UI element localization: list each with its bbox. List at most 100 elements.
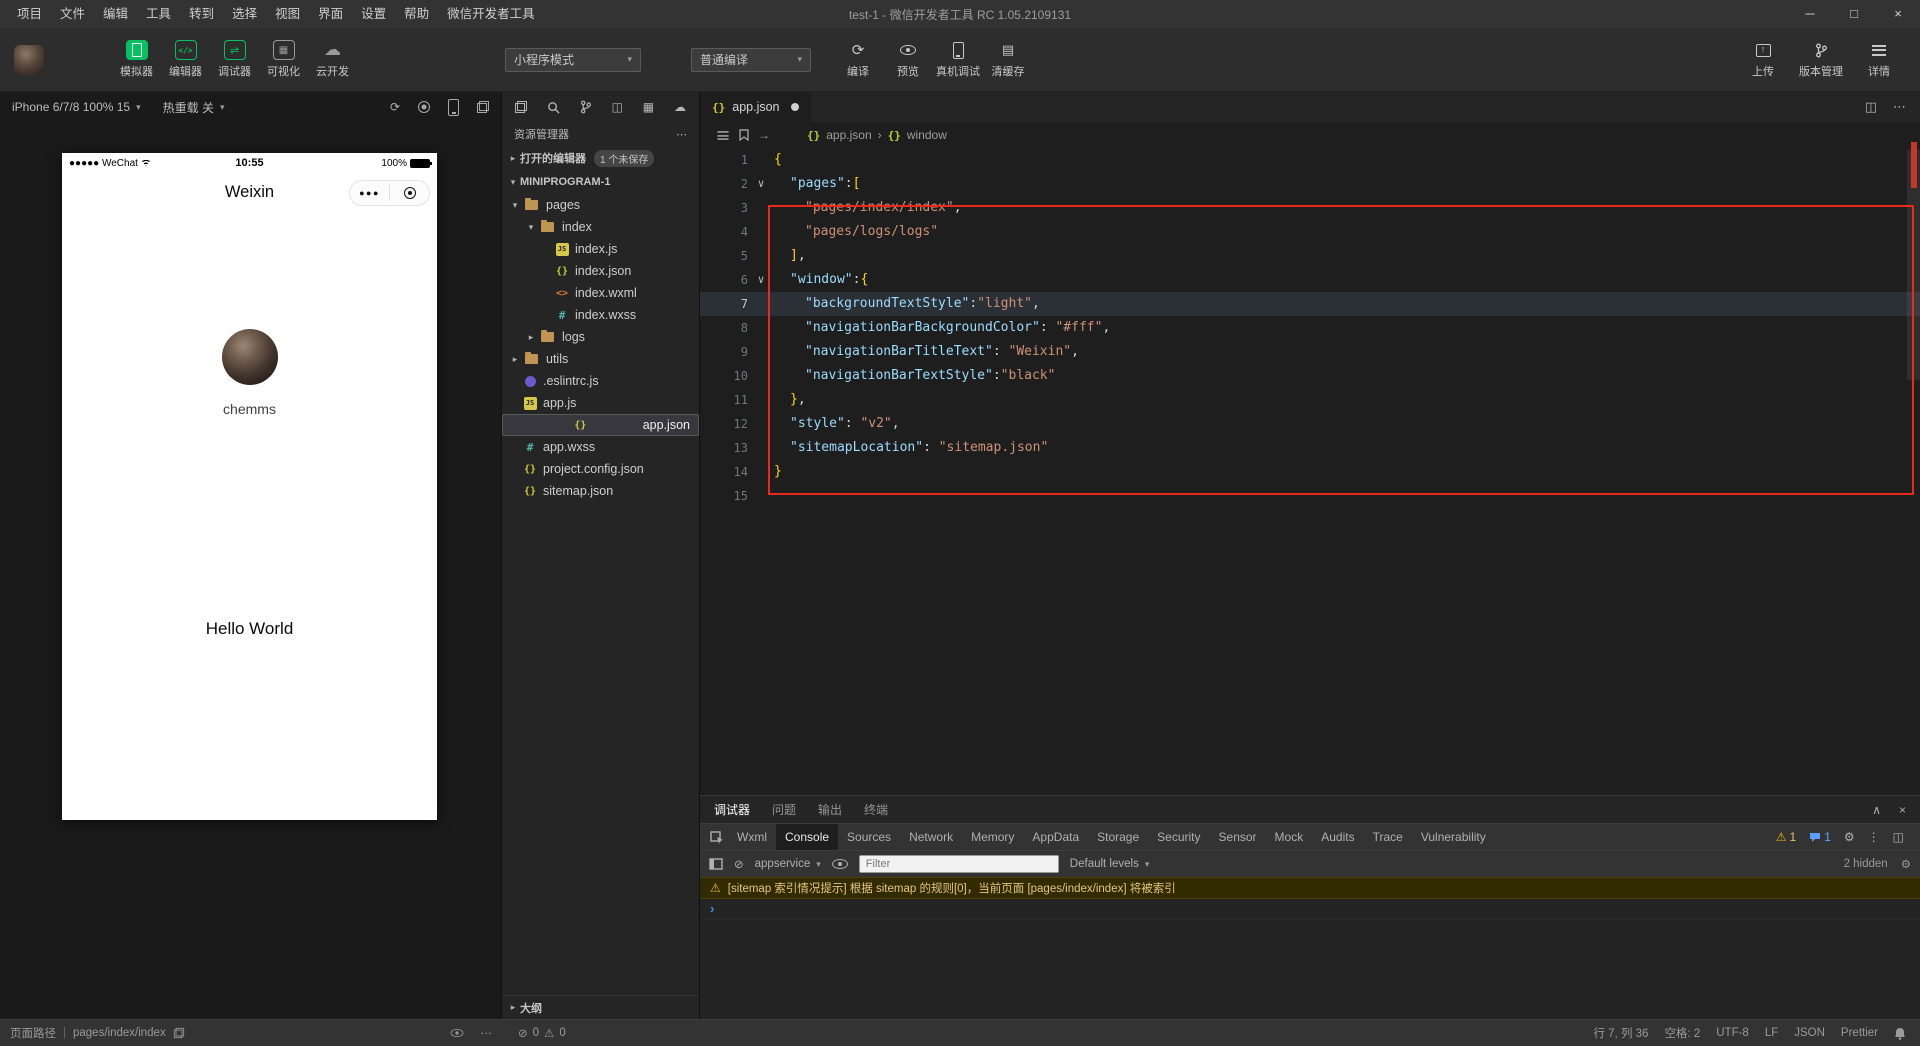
split-editor-icon[interactable]: ◫ (1865, 99, 1877, 115)
devtools-tab-vulnerability[interactable]: Vulnerability (1412, 824, 1495, 851)
devtools-tab-sources[interactable]: Sources (838, 824, 900, 851)
details-button[interactable]: 详情 (1854, 40, 1904, 79)
eol-type[interactable]: LF (1765, 1027, 1778, 1039)
forward-arrow-icon[interactable]: → (758, 128, 770, 142)
code-line[interactable]: 4 "pages/logs/logs" (700, 220, 1920, 244)
menu-appearance[interactable]: 界面 (309, 0, 352, 28)
bookmark-icon[interactable] (739, 129, 749, 141)
tree-item-pages[interactable]: pages (502, 194, 699, 216)
devtools-tab-mock[interactable]: Mock (1266, 824, 1313, 851)
grid-icon[interactable]: ▦ (643, 100, 654, 114)
live-expression-eye-icon[interactable] (831, 859, 848, 869)
record-icon[interactable] (418, 101, 430, 113)
cloud-icon[interactable]: ☁ (674, 100, 686, 114)
code-line[interactable]: 5], (700, 244, 1920, 268)
indent-info[interactable]: 空格: 2 (1664, 1025, 1700, 1041)
kebab-menu-icon[interactable]: ⋮ (1868, 830, 1880, 844)
tree-item-index-wxss[interactable]: # index.wxss (502, 304, 699, 326)
formatter[interactable]: Prettier (1841, 1027, 1878, 1039)
menu-selection[interactable]: 选择 (223, 0, 266, 28)
tree-item-index-json[interactable]: {} index.json (502, 260, 699, 282)
compile-mode-select[interactable]: 普通编译 ▾ (691, 47, 811, 72)
console-settings-gear-icon[interactable]: ⚙ (1901, 857, 1911, 871)
tab-terminal[interactable]: 终端 (864, 801, 888, 818)
tree-item-index[interactable]: index (502, 216, 699, 238)
dock-side-icon[interactable]: ◫ (1893, 830, 1904, 844)
capsule-more-button[interactable]: ●●● (350, 188, 389, 198)
console-sidebar-icon[interactable] (709, 858, 723, 870)
tree-item-index-js[interactable]: JS index.js (502, 238, 699, 260)
code-line[interactable]: 1{ (700, 148, 1920, 172)
tab-output[interactable]: 输出 (818, 801, 842, 818)
code-line-current[interactable]: 7 "backgroundTextStyle":"light", (700, 292, 1920, 316)
menu-file[interactable]: 文件 (51, 0, 94, 28)
devtools-tab-wxml[interactable]: Wxml (728, 824, 776, 851)
menu-view[interactable]: 视图 (266, 0, 309, 28)
hot-reload-select[interactable]: 热重载 关 ▾ (163, 99, 225, 116)
menu-settings[interactable]: 设置 (352, 0, 395, 28)
tree-item-utils[interactable]: utils (502, 348, 699, 370)
breadcrumb[interactable]: {} app.json › {} window (807, 128, 947, 142)
close-button[interactable]: × (1876, 0, 1920, 28)
menu-wechat-devtools[interactable]: 微信开发者工具 (438, 0, 544, 28)
console-filter-input[interactable] (858, 855, 1059, 873)
menu-edit[interactable]: 编辑 (94, 0, 137, 28)
clear-console-icon[interactable]: ⊘ (734, 857, 744, 871)
compile-button[interactable]: 编译 (833, 40, 883, 79)
code-line[interactable]: 6"window":{ (700, 268, 1920, 292)
log-levels-select[interactable]: Default levels ▾ (1070, 858, 1150, 870)
code-line[interactable]: 8 "navigationBarBackgroundColor": "#fff", (700, 316, 1920, 340)
source-control-icon[interactable] (580, 100, 592, 114)
notifications-bell-icon[interactable] (1894, 1027, 1906, 1040)
tree-item-app-js[interactable]: JS app.js (502, 392, 699, 414)
console-output-area[interactable] (700, 919, 1920, 1019)
outline-list-icon[interactable] (717, 130, 729, 140)
code-area[interactable]: 1{ 2"pages":[ 3"pages/index/index", 4"pa… (700, 148, 1920, 795)
hidden-messages-label[interactable]: 2 hidden (1844, 858, 1888, 870)
inspect-icon[interactable] (710, 830, 724, 844)
devtools-tab-storage[interactable]: Storage (1088, 824, 1148, 851)
code-line[interactable]: 11}, (700, 388, 1920, 412)
copy-path-icon[interactable] (173, 1027, 184, 1039)
code-line[interactable]: 3 "pages/index/index", (700, 196, 1920, 220)
capsule-home-button[interactable] (390, 187, 429, 199)
visualization-toggle[interactable]: 可视化 (259, 40, 308, 79)
code-line[interactable]: 2"pages":[ (700, 172, 1920, 196)
tree-item-project-config[interactable]: {} project.config.json (502, 458, 699, 480)
devtools-tab-sensor[interactable]: Sensor (1210, 824, 1266, 851)
project-root[interactable]: ▾ MINIPROGRAM-1 (502, 170, 699, 194)
menu-tools[interactable]: 工具 (137, 0, 180, 28)
code-line[interactable]: 13 "sitemapLocation": "sitemap.json" (700, 436, 1920, 460)
context-select[interactable]: appservice ▾ (755, 858, 821, 870)
version-control-button[interactable]: 版本管理 (1796, 40, 1846, 79)
user-avatar-image[interactable] (221, 329, 278, 385)
files-icon[interactable] (515, 101, 527, 113)
mode-select[interactable]: 小程序模式 ▾ (505, 47, 641, 72)
debugger-toggle[interactable]: 调试器 (210, 40, 259, 79)
menu-project[interactable]: 项目 (8, 0, 51, 28)
eye-icon[interactable] (450, 1029, 463, 1037)
devtools-tab-trace[interactable]: Trace (1364, 824, 1412, 851)
minimize-button[interactable]: ─ (1788, 0, 1832, 28)
message-count[interactable]: 1 (1809, 830, 1831, 844)
code-line[interactable]: 9 "navigationBarTitleText": "Weixin", (700, 340, 1920, 364)
console-prompt-row[interactable]: › (700, 899, 1920, 919)
upload-button[interactable]: 上传 (1738, 40, 1788, 79)
tree-item-sitemap-json[interactable]: {} sitemap.json (502, 480, 699, 502)
tree-item-app-json[interactable]: {} app.json (502, 414, 699, 436)
tree-item-app-wxss[interactable]: # app.wxss (502, 436, 699, 458)
close-panel-icon[interactable]: × (1899, 803, 1906, 817)
more-icon[interactable]: ⋯ (481, 1026, 493, 1040)
device-frame-icon[interactable] (448, 98, 459, 116)
code-line[interactable]: 12 "style": "v2", (700, 412, 1920, 436)
menu-help[interactable]: 帮助 (395, 0, 438, 28)
code-line[interactable]: 10 "navigationBarTextStyle":"black" (700, 364, 1920, 388)
simulator-toggle[interactable]: 模拟器 (112, 40, 161, 79)
multi-window-icon[interactable] (477, 101, 489, 113)
console-warning-row[interactable]: ⚠ [sitemap 索引情况提示] 根据 sitemap 的规则[0]，当前页… (700, 877, 1920, 899)
fold-icon[interactable] (748, 268, 774, 292)
devtools-tab-security[interactable]: Security (1148, 824, 1209, 851)
clear-cache-button[interactable]: 清缓存 (983, 40, 1033, 79)
tree-item-logs[interactable]: logs (502, 326, 699, 348)
fold-icon[interactable] (748, 172, 774, 196)
